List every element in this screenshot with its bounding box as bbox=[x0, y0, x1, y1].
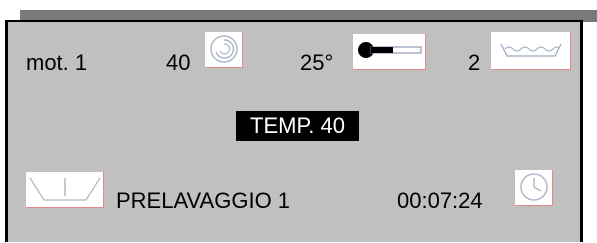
clock-icon bbox=[515, 170, 553, 206]
elapsed-time: 00:07:24 bbox=[397, 188, 483, 213]
speed-value: 40 bbox=[166, 50, 191, 75]
temperature-value: 25° bbox=[300, 50, 334, 75]
temperature-setpoint-highlight: TEMP. 40 bbox=[236, 111, 359, 141]
water-level-icon bbox=[491, 32, 571, 70]
screen-top-border bbox=[5, 20, 583, 22]
thermometer-icon bbox=[353, 34, 426, 70]
spin-icon bbox=[205, 32, 243, 68]
program-name: PRELAVAGGIO 1 bbox=[116, 188, 291, 213]
drum-icon bbox=[26, 172, 104, 208]
level-value: 2 bbox=[468, 50, 481, 75]
motor-label: mot. 1 bbox=[26, 50, 88, 75]
machine-display-panel: mot. 1 40 25° 2 TEMP. 40 PRELAVAGGIO 1 0 bbox=[0, 0, 597, 243]
